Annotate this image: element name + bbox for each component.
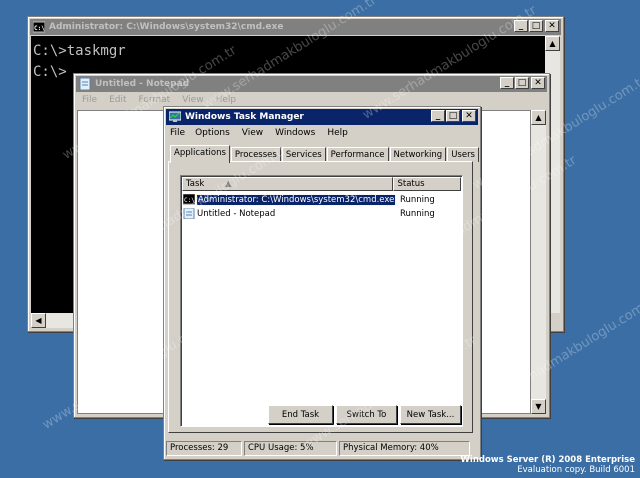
- menu-help[interactable]: Help: [321, 128, 354, 138]
- column-status-label: Status: [397, 179, 425, 189]
- notepad-icon: [183, 207, 195, 220]
- scroll-left-icon[interactable]: ◀: [31, 313, 46, 328]
- maximize-button[interactable]: □: [515, 77, 529, 89]
- table-row[interactable]: Untitled - Notepad Running: [183, 207, 460, 220]
- os-edition: Windows Server (R) 2008 Enterprise: [460, 455, 635, 465]
- menu-file[interactable]: File: [76, 95, 103, 105]
- maximize-button[interactable]: □: [529, 20, 543, 32]
- console-line: C:\>taskmgr: [33, 43, 126, 59]
- task-status: Running: [400, 208, 435, 219]
- cmd-icon: C:\: [32, 21, 46, 33]
- tab-performance[interactable]: Performance: [326, 147, 389, 162]
- switch-to-label: Switch To: [346, 409, 387, 420]
- scroll-down-icon[interactable]: ▼: [531, 399, 546, 414]
- cmd-icon: C:\: [182, 193, 196, 205]
- tab-networking[interactable]: Networking: [389, 147, 447, 162]
- end-task-button[interactable]: End Task: [268, 405, 333, 424]
- task-name: Administrator: C:\Windows\system32\cmd.e…: [195, 193, 397, 206]
- minimize-button[interactable]: _: [514, 20, 528, 32]
- tab-strip: Applications Processes Services Performa…: [170, 145, 480, 163]
- menu-file[interactable]: File: [166, 128, 189, 138]
- minimize-button[interactable]: _: [431, 110, 445, 122]
- processes-count: Processes: 29: [166, 441, 242, 456]
- cmd-titlebar[interactable]: C:\ Administrator: C:\Windows\system32\c…: [30, 19, 561, 35]
- task-list-header: Task ▲ Status: [182, 177, 461, 191]
- task-list[interactable]: Task ▲ Status C:\ Administrator: C:\Wind…: [180, 175, 463, 427]
- menu-format[interactable]: Format: [133, 95, 177, 105]
- menu-view[interactable]: View: [236, 128, 269, 138]
- svg-text:C:\: C:\: [184, 197, 195, 204]
- tab-services[interactable]: Services: [281, 147, 326, 162]
- end-task-label: End Task: [281, 409, 320, 420]
- tab-applications[interactable]: Applications: [170, 145, 230, 163]
- table-row[interactable]: C:\ Administrator: C:\Windows\system32\c…: [182, 193, 460, 206]
- column-status[interactable]: Status: [393, 177, 461, 191]
- notepad-icon: [79, 77, 91, 91]
- menu-help[interactable]: Help: [210, 95, 243, 105]
- maximize-button[interactable]: □: [446, 110, 460, 122]
- status-bar: Processes: 29 CPU Usage: 5% Physical Mem…: [166, 441, 478, 457]
- menu-windows[interactable]: Windows: [269, 128, 321, 138]
- minimize-button[interactable]: _: [500, 77, 514, 89]
- task-manager-title: Windows Task Manager: [185, 112, 304, 122]
- os-branding: Windows Server (R) 2008 Enterprise Evalu…: [461, 455, 635, 475]
- menu-edit[interactable]: Edit: [103, 95, 132, 105]
- close-button[interactable]: ✕: [462, 110, 476, 122]
- menu-view[interactable]: View: [176, 95, 209, 105]
- task-manager-titlebar[interactable]: Windows Task Manager _ □ ✕: [166, 109, 478, 125]
- os-build: Evaluation copy. Build 6001: [517, 465, 635, 475]
- notepad-title: Untitled - Notepad: [95, 79, 190, 89]
- task-status: Running: [400, 194, 435, 205]
- physical-memory: Physical Memory: 40%: [339, 441, 470, 456]
- task-manager-window[interactable]: Windows Task Manager _ □ ✕ File Options …: [163, 106, 481, 460]
- cmd-title: Administrator: C:\Windows\system32\cmd.e…: [49, 22, 284, 32]
- close-button[interactable]: ✕: [545, 20, 559, 32]
- switch-to-button[interactable]: Switch To: [336, 405, 397, 424]
- column-task[interactable]: Task ▲: [182, 177, 394, 191]
- task-name: Untitled - Notepad: [197, 208, 276, 219]
- menu-options[interactable]: Options: [189, 128, 236, 138]
- svg-text:C:\: C:\: [34, 25, 45, 32]
- close-button[interactable]: ✕: [531, 77, 545, 89]
- tab-processes[interactable]: Processes: [230, 147, 281, 162]
- task-manager-icon: [168, 111, 182, 123]
- scroll-up-icon[interactable]: ▲: [545, 36, 560, 51]
- notepad-titlebar[interactable]: Untitled - Notepad _ □ ✕: [76, 76, 547, 92]
- new-task-label: New Task...: [406, 409, 455, 420]
- scroll-up-icon[interactable]: ▲: [531, 110, 546, 125]
- sort-ascending-icon: ▲: [225, 179, 232, 189]
- tab-users[interactable]: Users: [447, 147, 479, 162]
- task-manager-menubar: File Options View Windows Help: [166, 125, 478, 141]
- vertical-scrollbar[interactable]: ▲ ▼: [531, 110, 546, 414]
- cpu-usage: CPU Usage: 5%: [244, 441, 337, 456]
- new-task-button[interactable]: New Task...: [400, 405, 461, 424]
- column-task-label: Task: [186, 179, 205, 189]
